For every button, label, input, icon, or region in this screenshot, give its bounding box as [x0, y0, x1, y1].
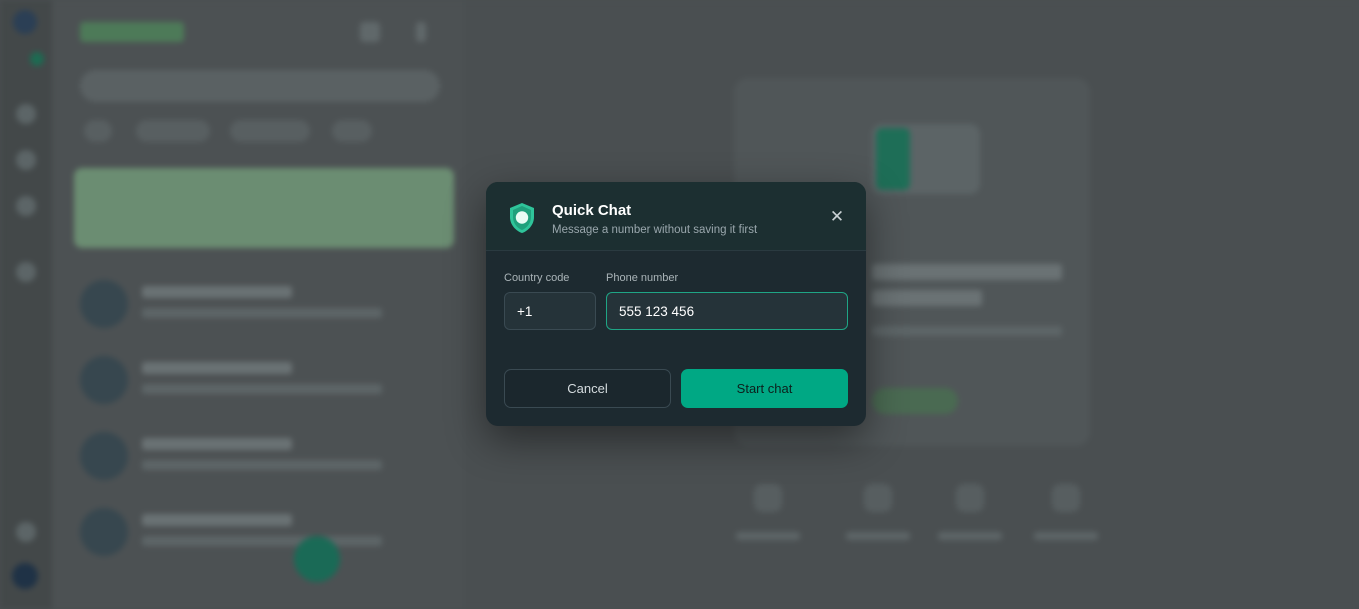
notice-banner — [74, 168, 454, 248]
chat-list-item — [80, 506, 440, 560]
nav-rail — [0, 0, 52, 609]
profile-avatar — [12, 563, 38, 589]
country-code-input[interactable] — [504, 292, 596, 330]
filter-chip — [136, 120, 210, 142]
shield-chat-icon — [508, 202, 536, 234]
phone-number-label: Phone number — [606, 272, 679, 284]
notification-badge — [30, 52, 44, 66]
chat-list-item — [80, 430, 440, 484]
quick-action — [930, 478, 1010, 548]
channels-icon — [16, 150, 36, 170]
status-icon — [16, 104, 36, 124]
chat-list-panel — [52, 0, 464, 609]
phone-number-input[interactable] — [606, 292, 848, 330]
welcome-button — [872, 388, 958, 414]
quick-action — [728, 478, 808, 548]
start-chat-button[interactable]: Start chat — [681, 369, 848, 408]
filter-chip — [84, 120, 112, 142]
new-chat-icon — [360, 22, 380, 42]
divider-icon — [16, 262, 36, 282]
filter-chip — [332, 120, 372, 142]
welcome-heading-line2 — [872, 290, 982, 306]
phone-illustration — [872, 124, 980, 194]
close-icon[interactable]: ✕ — [826, 206, 848, 228]
chat-list-item — [80, 278, 440, 332]
welcome-heading — [872, 264, 1062, 280]
settings-icon — [16, 522, 36, 542]
dialog-title: Quick Chat — [552, 202, 632, 219]
filter-chip — [230, 120, 310, 142]
search-bar — [80, 70, 440, 102]
menu-icon — [416, 22, 426, 42]
quick-chat-dialog: Quick Chat Message a number without savi… — [486, 182, 866, 426]
country-code-label: Country code — [504, 272, 570, 284]
app-title — [80, 22, 184, 42]
quick-action — [838, 478, 918, 548]
quick-action — [1026, 478, 1106, 548]
welcome-text — [872, 326, 1062, 336]
chat-list-item — [80, 354, 440, 408]
cancel-button[interactable]: Cancel — [504, 369, 671, 408]
communities-icon — [16, 196, 36, 216]
brand-icon — [13, 10, 37, 34]
dialog-header: Quick Chat Message a number without savi… — [486, 182, 866, 251]
dialog-subtitle: Message a number without saving it first — [552, 224, 758, 236]
fab-button — [294, 536, 340, 582]
